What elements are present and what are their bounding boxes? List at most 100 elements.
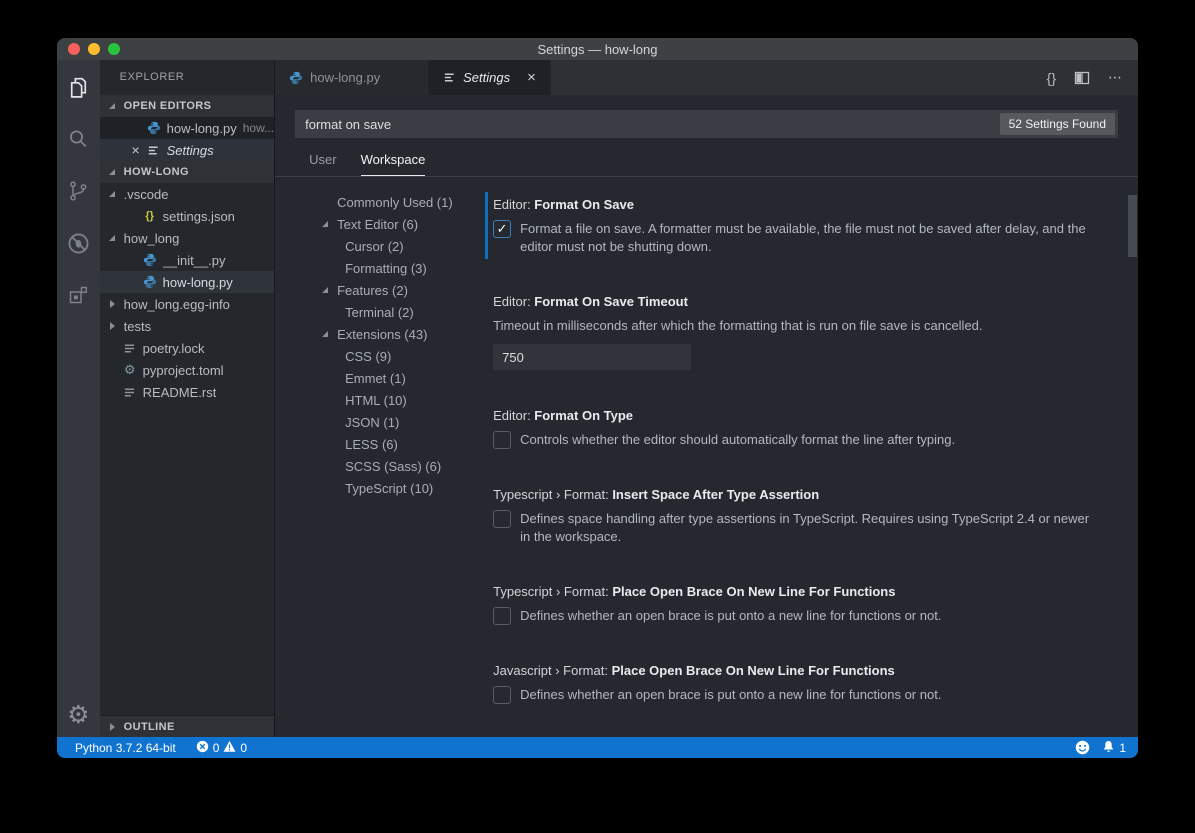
file-tree-item[interactable]: poetry.lock [100,337,274,359]
toc-label: Formatting (3) [345,260,427,276]
setting-checkbox[interactable] [493,686,512,704]
activity-bar-item-manage[interactable]: ⚙ [65,701,91,727]
file-name: __init__.py [162,252,226,268]
split-editor-button[interactable] [1074,70,1090,86]
problems-item[interactable]: 0 0 [196,740,247,756]
setting-entry: Javascript › Format: Place Open Brace On… [493,663,1102,704]
titlebar[interactable]: Settings — how-long [57,38,1138,60]
toc-item-text-editor[interactable]: Text Editor (6) [275,213,485,235]
settings-search-input[interactable] [295,116,1000,132]
scope-tab-workspace[interactable]: Workspace [360,152,426,176]
toc-label: Text Editor (6) [337,216,419,232]
gear-file-icon: ⚙ [123,362,136,378]
file-tree-item[interactable]: how-long.py [99,271,275,293]
setting-name: Format On Save Timeout [534,294,688,309]
setting-checkbox[interactable] [493,607,512,625]
chevron-expanded-icon [108,167,118,177]
project-header[interactable]: HOW-LONG [99,161,275,183]
open-settings-json-button[interactable]: {} [1047,70,1056,86]
more-actions-button[interactable]: ⋯ [1108,69,1122,86]
setting-title: Javascript › Format: Place Open Brace On… [493,663,1102,678]
toc-label: HTML (10) [345,392,407,408]
twistie-spacer [329,395,339,405]
tab-how-long-py[interactable]: how-long.py [275,60,430,95]
file-tree-item[interactable]: __init__.py [100,249,274,271]
open-editor-item[interactable]: × Settings [99,139,275,161]
status-bar-left: Python 3.7.2 64-bit 0 0 [75,740,247,756]
toc-item-terminal[interactable]: Terminal (2) [275,301,485,323]
file-tree: .vscode {} settings.json how_long __init__.p… [99,183,275,715]
setting-value-input[interactable] [493,344,692,370]
activity-bar-item-source-control[interactable] [65,178,91,204]
twistie-spacer [329,461,339,471]
zoom-window-button[interactable] [108,43,120,55]
toc-item-emmet[interactable]: Emmet (1) [275,367,485,389]
file-tree-item[interactable]: how_long.egg-info [100,293,274,315]
file-tree-item[interactable]: ⚙ pyproject.toml [100,359,274,381]
file-tree-item[interactable]: {} settings.json [100,205,274,227]
explorer-sidebar: EXPLORER OPEN EDITORS how-long.py how... ×… [99,60,276,737]
toc-label: Terminal (2) [345,304,414,320]
setting-description: Defines space handling after type assert… [520,511,1090,544]
twistie-spacer [321,197,331,207]
toc-item-cursor[interactable]: Cursor (2) [275,235,485,257]
feedback-smiley-icon[interactable] [1075,740,1090,755]
file-tree-item[interactable]: README.rst [100,381,274,403]
activity-bar-item-explorer[interactable] [65,74,91,100]
toc-item-less[interactable]: LESS (6) [275,433,485,455]
error-icon [196,740,209,756]
toc-item-commonly-used[interactable]: Commonly Used (1) [275,191,485,213]
chevron-expanded-icon [321,219,331,229]
minimize-window-button[interactable] [88,43,100,55]
notifications-item[interactable]: 1 [1102,740,1126,756]
toc-item-scss-sass-[interactable]: SCSS (Sass) (6) [275,455,485,477]
editor-actions: {} ⋯ [1047,60,1138,95]
open-editors-header[interactable]: OPEN EDITORS [99,95,275,117]
toc-item-features[interactable]: Features (2) [275,279,485,301]
activity-bar-item-search[interactable] [65,126,91,152]
file-name: tests [123,318,152,334]
toc-item-formatting[interactable]: Formatting (3) [275,257,485,279]
scope-tab-user[interactable]: User [309,152,336,176]
activity-bar: ⚙ [57,60,100,737]
toc-item-html[interactable]: HTML (10) [275,389,485,411]
close-window-button[interactable] [68,43,80,55]
extensions-icon [66,283,90,307]
setting-checkbox-row: Defines whether an open brace is put ont… [493,607,1102,625]
activity-bar-item-extensions[interactable] [65,282,91,308]
twistie-spacer [329,439,339,449]
twistie-spacer [329,483,339,493]
activity-bar-item-debug[interactable] [65,230,91,256]
setting-name: Insert Space After Type Assertion [612,487,820,502]
close-tab-icon[interactable]: × [527,69,536,86]
settings-entries: Editor: Format On Save ✓ Format a file on … [485,177,1138,737]
chevron-collapsed-icon [108,299,118,309]
twistie-spacer [329,307,339,317]
open-editor-item[interactable]: how-long.py how... [99,117,275,139]
outline-header[interactable]: OUTLINE [99,715,275,737]
setting-entry: Typescript › Format: Insert Space After … [493,487,1102,546]
setting-description: Controls whether the editor should autom… [520,432,956,447]
setting-title: Editor: Format On Type [493,408,1102,423]
tab-settings[interactable]: Settings × [429,60,551,95]
file-tree-item[interactable]: .vscode [100,183,274,205]
vscode-window: Settings — how-long ⚙ EXPLORER OPEN EDIT… [57,38,1138,758]
setting-entry: Editor: Format On Save ✓ Format a file on … [485,192,1102,259]
toc-item-css[interactable]: CSS (9) [275,345,485,367]
file-tree-item[interactable]: how_long [100,227,274,249]
settings-toc: Commonly Used (1) Text Editor (6) Cursor (… [275,177,485,737]
toc-label: Cursor (2) [345,238,404,254]
scrollbar-thumb[interactable] [1128,195,1137,257]
file-tree-item[interactable]: tests [100,315,274,337]
toc-item-extensions[interactable]: Extensions (43) [275,323,485,345]
setting-title: Editor: Format On Save Timeout [493,294,1102,309]
python-version-item[interactable]: Python 3.7.2 64-bit [75,741,176,755]
toc-item-json[interactable]: JSON (1) [275,411,485,433]
python-icon [289,71,303,85]
setting-checkbox[interactable] [493,431,512,449]
toc-item-typescript[interactable]: TypeScript (10) [275,477,485,499]
window-title: Settings — how-long [537,41,658,57]
setting-checkbox[interactable]: ✓ [493,220,512,238]
setting-checkbox[interactable] [493,510,512,528]
close-editor-icon[interactable]: × [128,142,144,158]
